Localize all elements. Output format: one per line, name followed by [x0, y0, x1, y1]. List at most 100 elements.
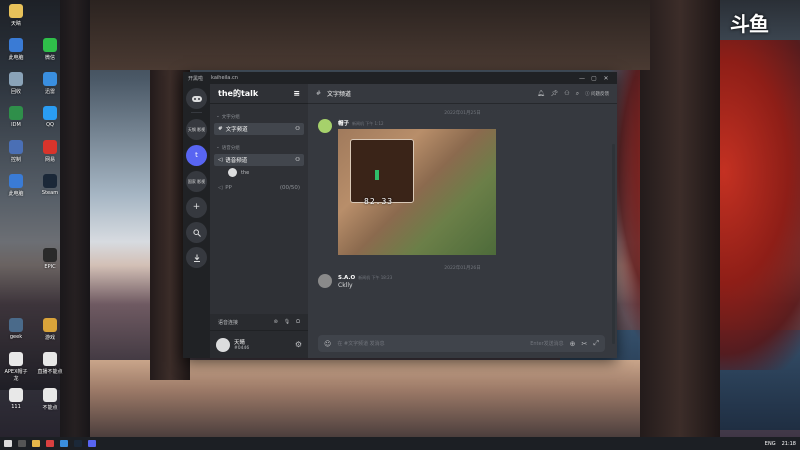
desktop-icon[interactable]: 迅雷 — [36, 72, 64, 95]
category-voice[interactable]: ⌄ 语音分组 — [210, 145, 308, 151]
desktop-icon[interactable]: 此电脑 — [2, 174, 30, 197]
message-author[interactable]: S.A.O — [338, 275, 355, 281]
avatar[interactable] — [318, 274, 332, 288]
add-member-icon[interactable]: ⚇ — [295, 126, 300, 132]
desktop-icon[interactable]: 天睛 — [2, 4, 30, 27]
app-icon — [9, 388, 23, 402]
channel-text[interactable]: # 文字频道 ⚇ — [214, 123, 304, 135]
desktop-icon[interactable]: APEX帽子龙 — [2, 352, 30, 382]
desktop-icon[interactable]: EPIC — [36, 248, 64, 270]
desktop-icon-label: QQ — [46, 122, 54, 128]
taskbar-app-icon[interactable] — [46, 440, 54, 447]
discord-icon — [191, 95, 202, 102]
members-icon[interactable]: ⚇ — [564, 90, 569, 97]
image-inset — [350, 139, 414, 203]
emoji-icon[interactable]: ☺ — [324, 340, 331, 348]
start-icon[interactable] — [4, 440, 12, 447]
desktop-icon-label: 直播不能点 — [37, 369, 63, 375]
desktop-icon-label: 控制 — [10, 157, 21, 163]
chat-scrollbar[interactable] — [612, 144, 615, 344]
download-icon[interactable] — [186, 247, 207, 268]
desktop-icon[interactable]: QQ — [36, 106, 64, 128]
channel-user-count: (00/50) — [279, 185, 300, 191]
steam-icon[interactable] — [74, 440, 82, 447]
bell-icon[interactable]: 🔔︎ — [537, 90, 545, 97]
maximize-button[interactable]: ▢ — [588, 75, 600, 82]
window-titlebar[interactable]: 开黑啦 kaiheila.cn — ▢ ✕ — [183, 72, 617, 84]
desktop-icon[interactable]: geek — [2, 318, 30, 340]
desktop-icon[interactable]: 控制 — [2, 140, 30, 163]
settings-icon[interactable]: ⊜ — [274, 319, 278, 325]
server-item[interactable]: 国家 影视 — [186, 171, 207, 192]
app-icon — [9, 38, 23, 52]
desktop-icon-label: 回收 — [10, 89, 21, 95]
image-value: 82.33 — [364, 197, 394, 206]
add-attachment-icon[interactable]: ⊕ — [570, 340, 576, 348]
search-icon[interactable] — [186, 222, 207, 243]
composer-hint: Enter发送消息 — [530, 341, 564, 347]
message-author[interactable]: 帽子 — [338, 121, 349, 127]
folder-icon[interactable] — [32, 440, 40, 447]
taskbar-app-icon[interactable] — [60, 440, 68, 447]
avatar[interactable] — [318, 119, 332, 133]
desktop-icon-label: geek — [9, 334, 23, 340]
desktop-icon[interactable]: IDM — [2, 106, 30, 128]
hash-icon: # — [316, 90, 322, 97]
language-indicator[interactable]: ENG — [765, 441, 776, 447]
channel-pp[interactable]: ◁ PP (00/50) — [214, 183, 304, 193]
app-icon — [43, 140, 57, 154]
desktop-icon-label: 此电脑 — [8, 55, 24, 61]
message-image[interactable]: 82.33 — [338, 129, 496, 255]
chevron-down-icon: ⌄ — [216, 145, 220, 150]
desktop-icon-label: 不能点 — [42, 405, 58, 411]
add-server-icon[interactable]: + — [186, 197, 207, 218]
search-icon[interactable]: ⌕ — [576, 90, 579, 98]
expand-icon[interactable]: ⤢ — [593, 339, 599, 348]
desktop-icon-label: 微信 — [44, 55, 55, 61]
chevron-down-icon: ⌄ — [216, 114, 220, 119]
desktop-icon[interactable]: 游戏 — [36, 318, 64, 341]
desktop-icon-label: 天睛 — [10, 21, 21, 27]
kaiheila-window: 开黑啦 kaiheila.cn — ▢ ✕ 天钢 影视 t 国家 影视 + th… — [183, 72, 617, 358]
kaiheila-icon[interactable] — [88, 440, 96, 447]
desktop-icon[interactable]: 微信 — [36, 38, 64, 61]
app-icon — [43, 248, 57, 262]
pin-icon[interactable]: 📌︎ — [551, 90, 559, 97]
feedback-link[interactable]: ⓘ 问题反馈 — [585, 91, 609, 97]
guild-header[interactable]: the的talk ≡ — [210, 84, 308, 104]
speaker-icon: ◁ — [218, 157, 223, 163]
desktop-icon-label: Steam — [41, 190, 59, 196]
server-separator — [191, 112, 202, 113]
server-item-active[interactable]: t — [186, 145, 207, 166]
desktop-icon[interactable]: 直播不能点 — [36, 352, 64, 375]
desktop-icon[interactable]: 不能点 — [36, 388, 64, 411]
user-panel: 天睛 #0446 ⚙ — [210, 331, 308, 358]
desktop-icon[interactable]: 此电脑 — [2, 38, 30, 61]
server-item[interactable]: 天钢 影视 — [186, 119, 207, 140]
app-icon — [9, 318, 23, 332]
guild-name: the的talk — [218, 89, 259, 98]
voice-user[interactable]: the — [228, 168, 308, 177]
desktop-icon[interactable]: 111 — [2, 388, 30, 410]
avatar[interactable] — [216, 337, 230, 352]
app-icon — [43, 318, 57, 332]
home-button[interactable] — [186, 88, 207, 109]
gear-icon[interactable]: ⚙ — [295, 340, 302, 349]
close-button[interactable]: ✕ — [600, 75, 612, 82]
microphone-icon[interactable]: 🎙︎ — [284, 319, 290, 325]
add-member-icon[interactable]: ⚇ — [295, 157, 300, 163]
desktop-icon[interactable]: 回收 — [2, 72, 30, 95]
menu-icon[interactable]: ≡ — [293, 89, 300, 98]
app-icon — [9, 72, 23, 86]
clock[interactable]: 21:18 — [782, 441, 796, 447]
headphones-icon[interactable]: Ω — [296, 319, 300, 325]
category-text[interactable]: ⌄ 文字分组 — [210, 114, 308, 120]
taskbar-app-icon[interactable] — [18, 440, 26, 447]
message-composer[interactable]: ☺ 在 #文字频道 发消息 Enter发送消息 ⊕ ✂ ⤢ — [318, 335, 605, 352]
message-time: 新闻机 下午 18:23 — [358, 275, 393, 280]
minimize-button[interactable]: — — [576, 75, 588, 82]
scissors-icon[interactable]: ✂ — [582, 340, 588, 348]
desktop-icon[interactable]: 网易 — [36, 140, 64, 163]
channel-voice[interactable]: ◁ 语音频道 ⚇ — [214, 154, 304, 166]
desktop-icon[interactable]: Steam — [36, 174, 64, 196]
